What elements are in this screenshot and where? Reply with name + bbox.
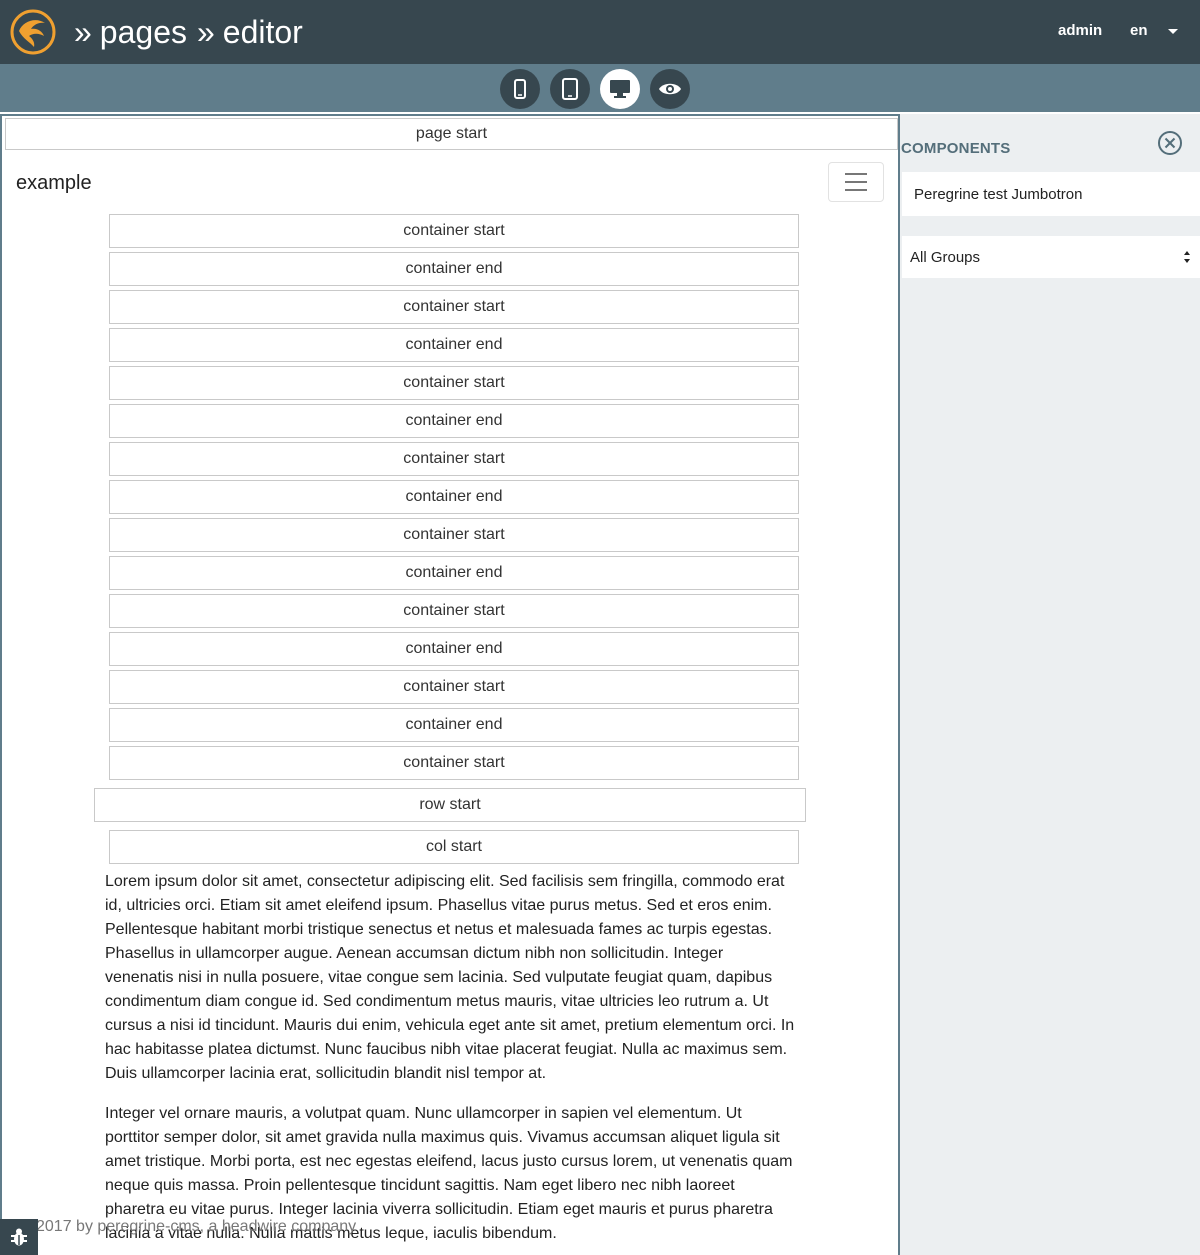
- close-icon[interactable]: [1156, 129, 1184, 157]
- navbar-toggle-button[interactable]: [828, 162, 884, 202]
- device-toolbar: [0, 64, 1200, 112]
- component-search-input[interactable]: [902, 172, 1200, 216]
- container-marker[interactable]: container end: [109, 556, 799, 590]
- page-start-marker[interactable]: page start: [5, 118, 898, 150]
- container-marker[interactable]: container end: [109, 252, 799, 286]
- desktop-view-button[interactable]: [600, 69, 640, 109]
- debug-button[interactable]: [0, 1219, 38, 1255]
- desktop-icon: [610, 80, 630, 98]
- container-marker[interactable]: container start: [109, 518, 799, 552]
- container-marker[interactable]: container start: [109, 746, 799, 780]
- container-marker[interactable]: container end: [109, 480, 799, 514]
- container-marker[interactable]: container end: [109, 708, 799, 742]
- breadcrumb-pages[interactable]: pages: [100, 14, 187, 50]
- site-brand[interactable]: example: [16, 172, 92, 195]
- group-select-value: All Groups: [910, 248, 981, 266]
- container-marker[interactable]: container start: [109, 670, 799, 704]
- bug-icon: [11, 1228, 27, 1246]
- breadcrumb-separator: »: [74, 14, 92, 50]
- app-header: » pages» editor admin en: [0, 0, 1200, 64]
- group-select[interactable]: All Groups: [902, 236, 1200, 278]
- caret-down-icon[interactable]: [1166, 24, 1180, 38]
- footer-copyright: 2017 by peregrine-cms, a headwire compan…: [36, 1218, 357, 1235]
- tablet-icon: [562, 78, 578, 100]
- page-editor-frame: page start example container start conta…: [0, 114, 900, 1255]
- smartphone-icon: [514, 79, 526, 99]
- select-arrows-icon: [1184, 251, 1190, 263]
- language-selector[interactable]: en: [1130, 22, 1148, 39]
- breadcrumb-separator: »: [196, 14, 215, 50]
- container-marker[interactable]: container end: [109, 328, 799, 362]
- container-marker[interactable]: container end: [109, 404, 799, 438]
- container-marker[interactable]: container start: [109, 594, 799, 628]
- breadcrumb: » pages» editor: [72, 10, 311, 54]
- text-block[interactable]: Lorem ipsum dolor sit amet, consectetur …: [105, 870, 795, 1255]
- hamburger-menu-icon: [845, 173, 867, 191]
- eye-icon: [659, 83, 681, 95]
- row-start-marker[interactable]: row start: [94, 788, 806, 822]
- user-menu[interactable]: admin: [1058, 22, 1102, 39]
- col-start-marker[interactable]: col start: [109, 830, 799, 864]
- paragraph: Lorem ipsum dolor sit amet, consectetur …: [105, 873, 795, 1082]
- peregrine-logo-icon[interactable]: [10, 9, 56, 55]
- container-marker[interactable]: container end: [109, 632, 799, 666]
- mobile-view-button[interactable]: [500, 69, 540, 109]
- container-marker[interactable]: container start: [109, 214, 799, 248]
- panel-title: COMPONENTS: [901, 140, 1011, 157]
- components-panel: COMPONENTS All Groups: [900, 114, 1200, 1255]
- tablet-view-button[interactable]: [550, 69, 590, 109]
- preview-button[interactable]: [650, 69, 690, 109]
- container-marker[interactable]: container start: [109, 366, 799, 400]
- container-marker[interactable]: container start: [109, 442, 799, 476]
- breadcrumb-editor: editor: [222, 14, 303, 50]
- container-marker[interactable]: container start: [109, 290, 799, 324]
